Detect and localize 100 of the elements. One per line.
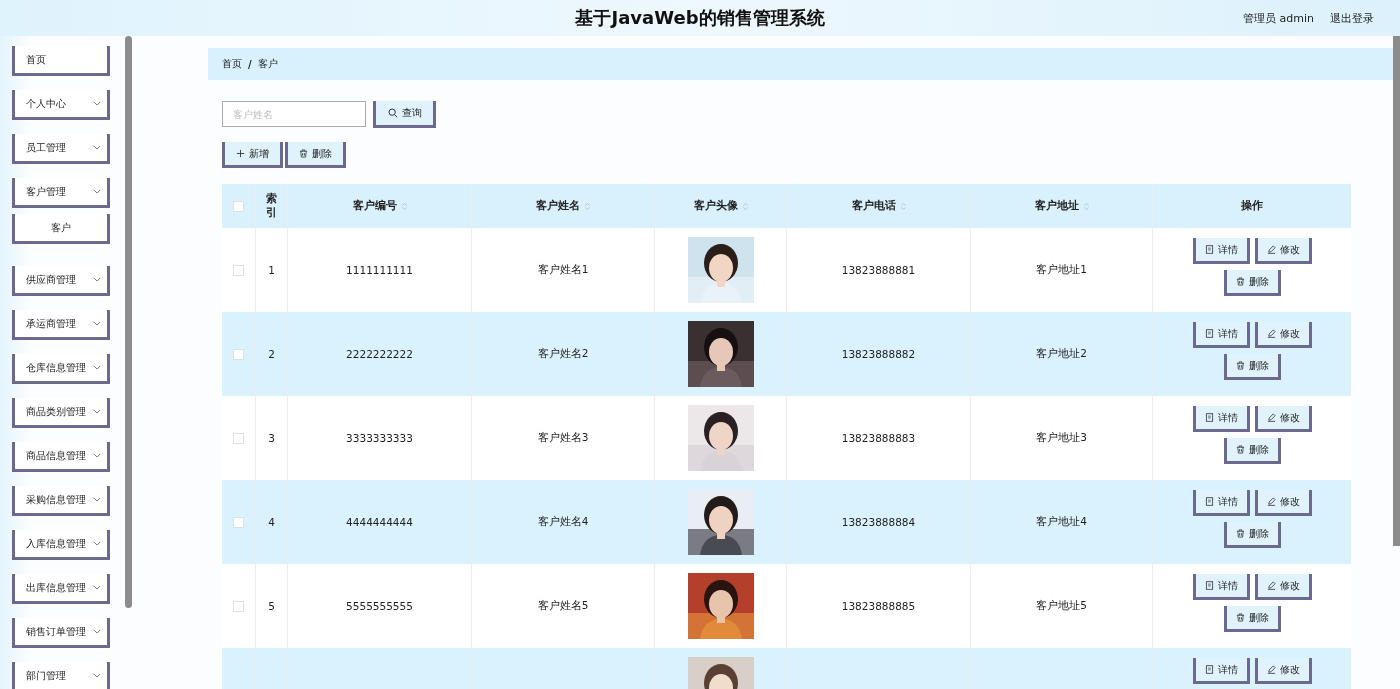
detail-button[interactable]: 详情 (1192, 322, 1250, 348)
chevron-icon (93, 189, 101, 194)
breadcrumb-separator: / (248, 58, 252, 70)
chevron-icon (93, 497, 101, 502)
delete-button[interactable]: 删除 (1223, 270, 1281, 296)
sidebar-item[interactable]: 员工管理 (12, 134, 110, 164)
select-all-checkbox[interactable] (233, 200, 244, 212)
table-cell: 客户地址4 (1036, 515, 1087, 529)
table-cell: 3 (268, 432, 275, 444)
table-cell: 4444444444 (346, 516, 413, 528)
table-cell: 3333333333 (346, 432, 413, 444)
admin-label: 管理员 admin (1243, 11, 1314, 26)
row-checkbox[interactable] (233, 516, 244, 528)
table-cell: 4 (268, 516, 275, 528)
document-icon (1204, 245, 1214, 254)
trash-icon (1235, 361, 1245, 370)
detail-button[interactable]: 详情 (1192, 406, 1250, 432)
table-cell: 客户地址5 (1036, 599, 1087, 613)
table-cell: 客户姓名2 (537, 347, 589, 361)
sort-icon[interactable] (742, 201, 748, 211)
row-checkbox[interactable] (233, 600, 244, 612)
sidebar-item[interactable]: 商品信息管理 (12, 442, 110, 472)
pencil-icon (1266, 245, 1276, 254)
chevron-icon (93, 277, 101, 282)
edit-button[interactable]: 修改 (1254, 658, 1312, 684)
breadcrumb-link[interactable]: 客户 (257, 57, 278, 71)
sidebar-subitem[interactable]: 客户 (12, 214, 110, 244)
app-title: 基于JavaWeb的销售管理系统 (575, 6, 825, 30)
pencil-icon (1266, 413, 1276, 422)
sidebar-item[interactable]: 承运商管理 (12, 310, 110, 340)
detail-button[interactable]: 详情 (1192, 658, 1250, 684)
chevron-icon (93, 673, 101, 678)
trash-icon (299, 149, 308, 158)
search-button[interactable]: 查询 (373, 101, 436, 128)
sidebar-item[interactable]: 采购信息管理 (12, 486, 110, 516)
add-button[interactable]: 新增 (222, 142, 283, 168)
scrollbar-thumb[interactable] (125, 36, 132, 608)
sidebar-item[interactable]: 入库信息管理 (12, 530, 110, 560)
table-cell: 5555555555 (346, 600, 413, 612)
column-header: 操作 (1240, 198, 1264, 213)
pencil-icon (1266, 581, 1276, 590)
chevron-icon (93, 629, 101, 634)
breadcrumb-link[interactable]: 首页 (222, 57, 242, 71)
trash-icon (1235, 613, 1245, 622)
delete-button[interactable]: 删除 (1223, 606, 1281, 632)
table-cell: 客户地址1 (1036, 263, 1087, 277)
table-cell: 客户姓名1 (537, 263, 589, 277)
table-cell: 1111111111 (346, 264, 413, 276)
document-icon (1204, 413, 1214, 422)
edit-button[interactable]: 修改 (1254, 238, 1312, 264)
table-cell: 客户姓名3 (537, 431, 589, 445)
table-cell: 13823888884 (841, 516, 916, 528)
table-cell: 2 (268, 348, 275, 360)
search-field[interactable]: 客户姓名 (222, 101, 366, 127)
detail-button[interactable]: 详情 (1192, 490, 1250, 516)
trash-icon (1235, 529, 1245, 538)
edit-button[interactable]: 修改 (1254, 490, 1312, 516)
document-icon (1204, 497, 1214, 506)
delete-button[interactable]: 删除 (1223, 354, 1281, 380)
row-checkbox[interactable] (233, 264, 244, 276)
document-icon (1204, 329, 1214, 338)
chevron-icon (93, 585, 101, 590)
document-icon (1204, 665, 1214, 674)
detail-button[interactable]: 详情 (1192, 238, 1250, 264)
edit-button[interactable]: 修改 (1254, 574, 1312, 600)
delete-button[interactable]: 删除 (1223, 438, 1281, 464)
delete-button[interactable]: 删除 (1223, 522, 1281, 548)
edit-button[interactable]: 修改 (1254, 406, 1312, 432)
sidebar-item[interactable]: 部门管理 (12, 662, 110, 689)
page-scrollbar-thumb[interactable] (1393, 36, 1400, 546)
table-cell: 2222222222 (346, 348, 413, 360)
sidebar-item[interactable]: 个人中心 (12, 90, 110, 120)
chevron-icon (93, 453, 101, 458)
table-cell: 客户地址3 (1036, 431, 1087, 445)
detail-button[interactable]: 详情 (1192, 574, 1250, 600)
sidebar-item[interactable]: 供应商管理 (12, 266, 110, 296)
sidebar-item[interactable]: 出库信息管理 (12, 574, 110, 604)
sidebar-item[interactable]: 商品类别管理 (12, 398, 110, 428)
row-checkbox[interactable] (233, 432, 244, 444)
delete-button[interactable]: 删除 (285, 142, 346, 168)
sidebar-item[interactable]: 客户管理 (12, 178, 110, 208)
chevron-icon (93, 321, 101, 326)
sort-icon[interactable] (401, 201, 407, 211)
sidebar-item[interactable]: 仓库信息管理 (12, 354, 110, 384)
chevron-icon (93, 541, 101, 546)
sidebar-item[interactable]: 首页 (12, 46, 110, 76)
pencil-icon (1266, 497, 1276, 506)
trash-icon (1235, 277, 1245, 286)
sort-icon[interactable] (585, 201, 590, 211)
edit-button[interactable]: 修改 (1254, 322, 1312, 348)
chevron-icon (93, 101, 101, 106)
table-cell: 客户姓名4 (537, 515, 589, 529)
sort-icon[interactable] (1083, 201, 1089, 211)
table-cell: 客户地址2 (1036, 347, 1087, 361)
sidebar-item[interactable]: 销售订单管理 (12, 618, 110, 648)
logout-link[interactable]: 退出登录 (1330, 11, 1374, 26)
sort-icon[interactable] (900, 201, 906, 211)
row-checkbox[interactable] (233, 348, 244, 360)
trash-icon (1235, 445, 1245, 454)
chevron-icon (93, 145, 101, 150)
